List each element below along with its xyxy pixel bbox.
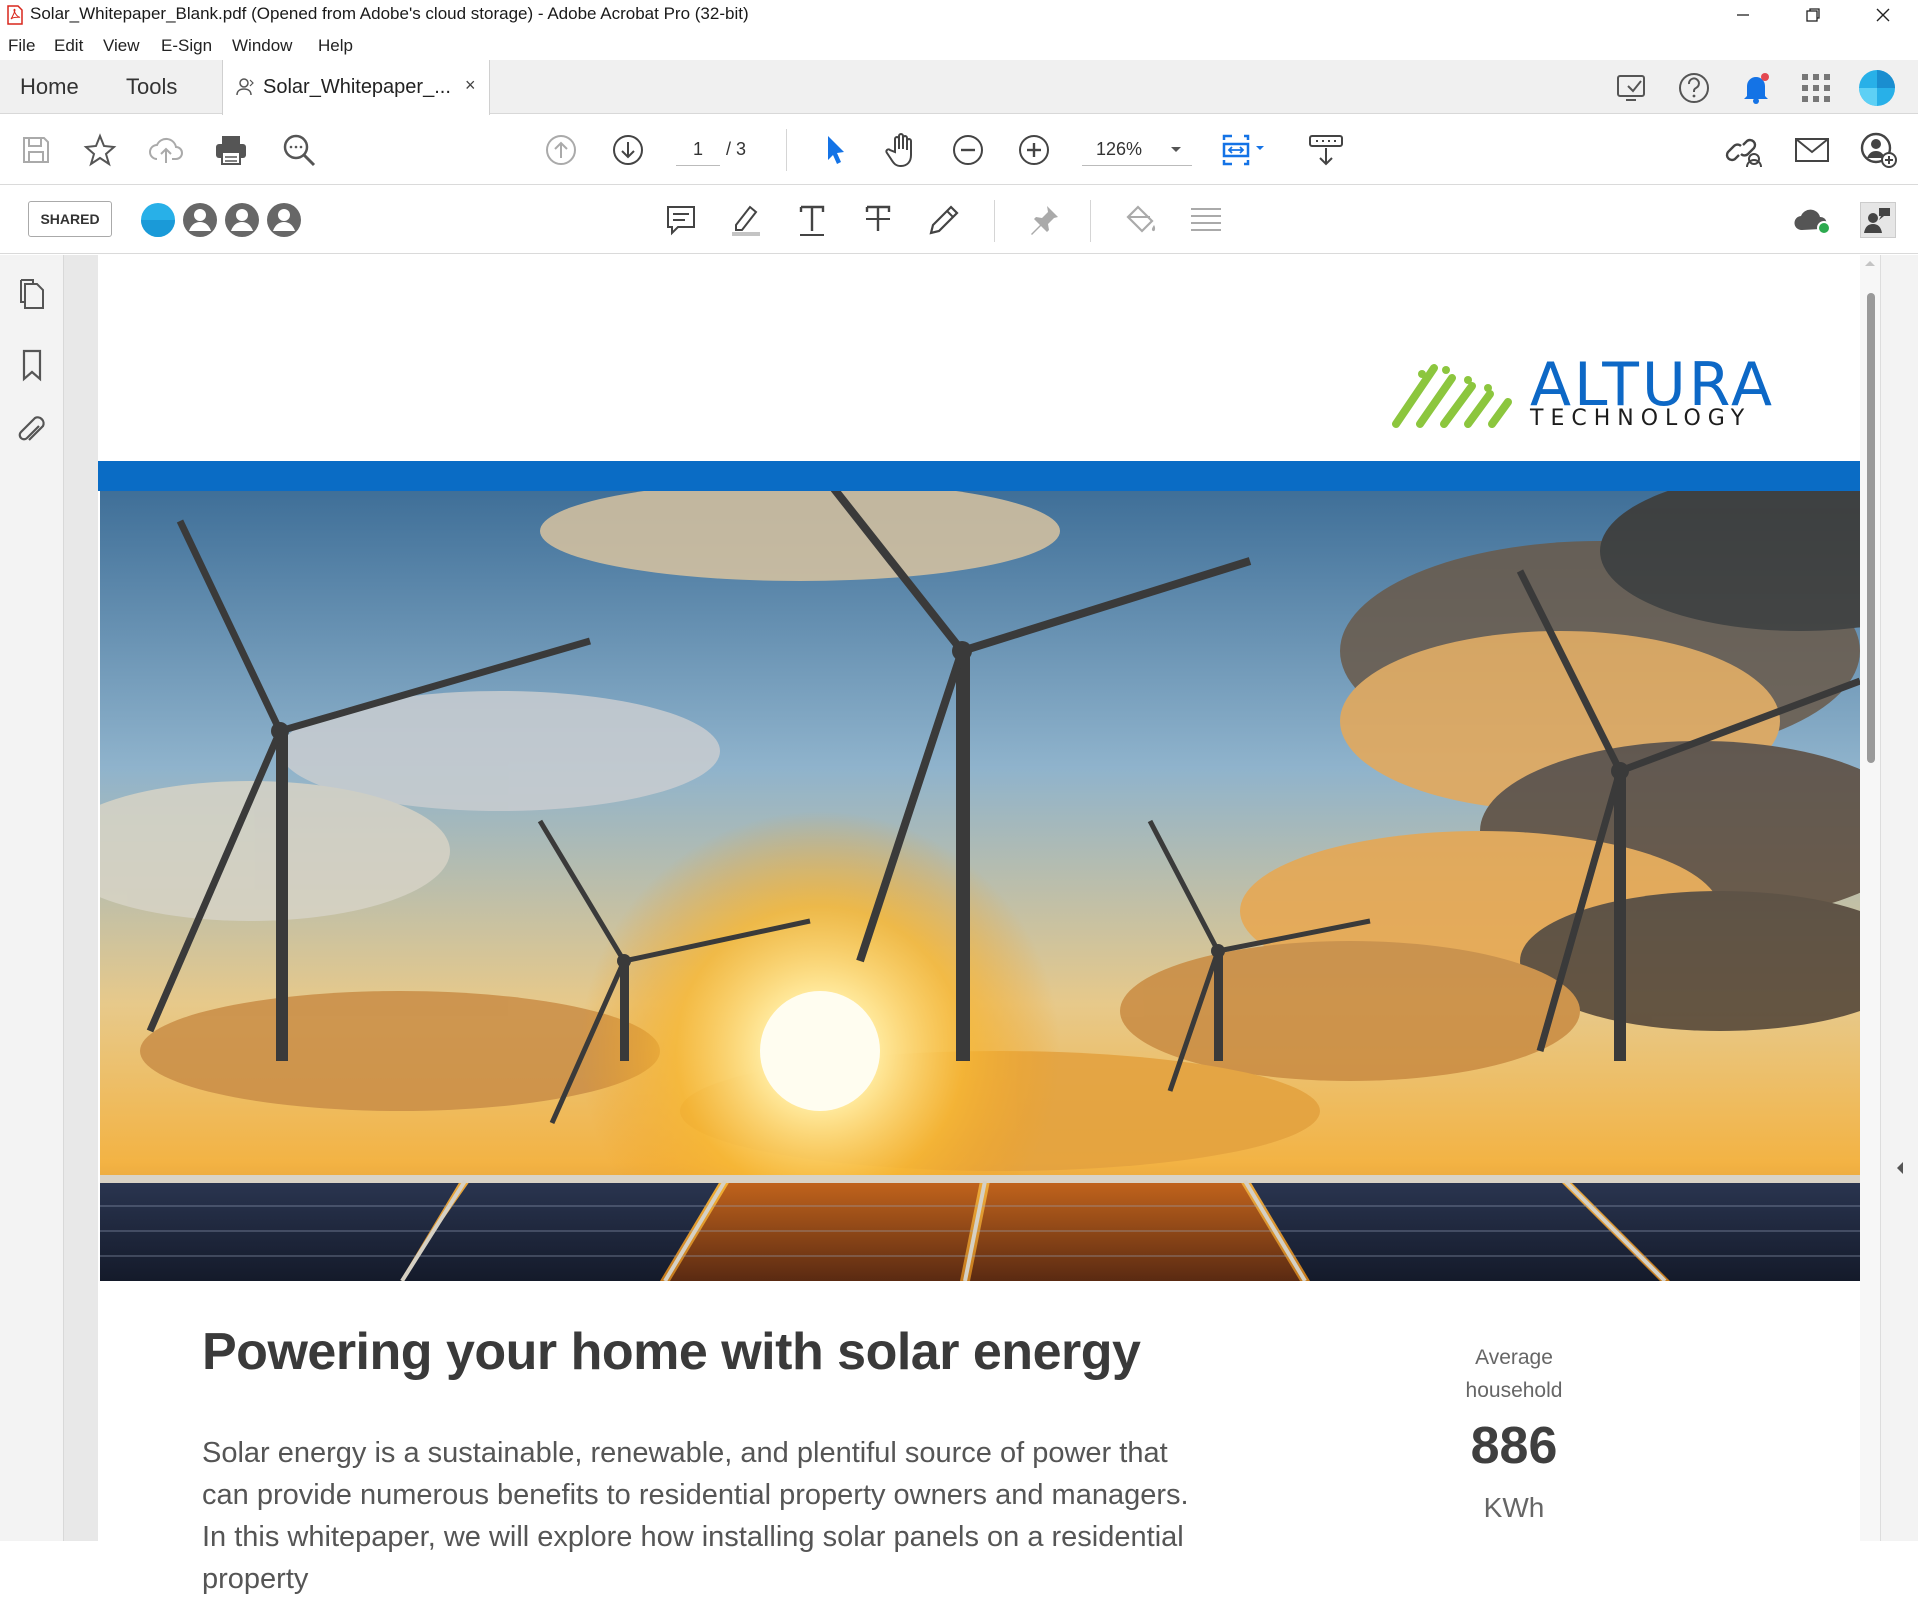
tab-bar: Home Tools Solar_Whitepaper_... × [0,60,1918,115]
restore-button[interactable] [1778,0,1848,30]
tab-document[interactable]: Solar_Whitepaper_... × [222,60,490,115]
title-bar: Solar_Whitepaper_Blank.pdf (Opened from … [0,0,1918,30]
share-panel-icon[interactable] [1860,202,1896,238]
scroll-mode-icon[interactable] [1304,130,1348,170]
stat-label-average: Average [1475,1346,1553,1369]
menu-edit[interactable]: Edit [54,36,83,56]
comment-toolbar: SHARED [0,186,1918,254]
highlight-icon[interactable] [726,200,766,240]
page-number-input[interactable]: 1 [676,132,720,166]
vertical-scrollbar[interactable] [1860,255,1880,1541]
main-toolbar: 1 / 3 126% [0,115,1918,185]
menu-esign[interactable]: E-Sign [161,36,212,56]
left-navigation-pane [0,255,82,1541]
document-headline: Powering your home with solar energy [202,1323,1141,1381]
search-icon[interactable] [279,130,319,170]
minimize-button[interactable] [1708,0,1778,30]
menu-help[interactable]: Help [318,36,353,56]
shared-button[interactable]: SHARED [28,201,112,237]
select-cursor-icon[interactable] [816,130,856,170]
logo-tagline: TECHNOLOGY [1530,406,1752,431]
pin-icon[interactable] [1024,200,1064,240]
cloud-upload-icon[interactable] [146,130,186,170]
document-body-paragraph: Solar energy is a sustainable, renewable… [202,1437,1189,1595]
share-screen-icon[interactable] [1614,72,1650,104]
page-thumbnails-icon[interactable] [14,277,50,313]
header-accent-bar [98,461,1860,491]
attachments-icon[interactable] [14,413,50,449]
stat-value: 886 [1470,1417,1558,1475]
tab-home[interactable]: Home [20,60,79,114]
notifications-bell-icon[interactable] [1738,70,1774,106]
document-tab-label: Solar_Whitepaper_... [263,76,451,98]
previous-page-icon[interactable] [541,130,581,170]
toolbar-divider [994,200,995,242]
menu-view[interactable]: View [103,36,140,56]
pencil-draw-icon[interactable] [924,200,964,240]
collaborator-avatar[interactable] [224,202,260,238]
user-avatar[interactable] [1858,69,1896,107]
hand-tool-icon[interactable] [882,130,922,170]
fit-page-icon[interactable] [1220,130,1268,170]
acrobat-pdf-icon [6,5,24,25]
stat-label-household: household [1465,1379,1563,1402]
apps-grid-icon[interactable] [1800,72,1832,104]
comment-icon[interactable] [661,200,701,240]
shared-user-icon [235,77,257,97]
expand-right-pane-icon[interactable] [1895,1161,1905,1175]
cloud-sync-icon[interactable] [1792,200,1832,240]
line-weight-icon[interactable] [1186,200,1226,240]
chevron-down-icon[interactable] [1170,146,1182,154]
add-people-icon[interactable] [1858,130,1898,170]
save-icon[interactable] [16,130,56,170]
help-icon[interactable] [1676,70,1712,106]
tab-tools[interactable]: Tools [126,60,177,114]
email-icon[interactable] [1792,130,1832,170]
share-link-icon[interactable] [1724,130,1764,170]
add-text-icon[interactable] [792,200,832,240]
bookmarks-icon[interactable] [14,347,50,383]
toolbar-divider [1090,200,1091,242]
page-total: / 3 [726,139,747,159]
zoom-out-icon[interactable] [948,130,988,170]
toolbar-divider [786,129,787,171]
collaborator-avatar[interactable] [266,202,302,238]
close-tab-icon[interactable]: × [465,75,476,96]
owner-avatar[interactable] [140,202,176,238]
menu-bar: File Edit View E-Sign Window Help [0,32,1918,60]
window-title: Solar_Whitepaper_Blank.pdf (Opened from … [30,4,749,23]
fill-color-icon[interactable] [1120,200,1160,240]
zoom-in-icon[interactable] [1014,130,1054,170]
right-pane [1880,255,1918,1541]
altura-logo-mark [1390,358,1520,430]
print-icon[interactable] [211,130,251,170]
wind-solar-hero-image [100,491,1860,1281]
bookmark-star-icon[interactable] [80,130,120,170]
scrollbar-thumb[interactable] [1867,293,1875,763]
close-window-button[interactable] [1848,0,1918,30]
next-page-icon[interactable] [608,130,648,170]
strikethrough-text-icon[interactable] [858,200,898,240]
menu-window[interactable]: Window [232,36,292,56]
scroll-up-arrow-icon[interactable] [1864,259,1876,267]
collaborator-avatar[interactable] [182,202,218,238]
menu-file[interactable]: File [8,36,35,56]
stat-unit: KWh [1483,1492,1545,1523]
